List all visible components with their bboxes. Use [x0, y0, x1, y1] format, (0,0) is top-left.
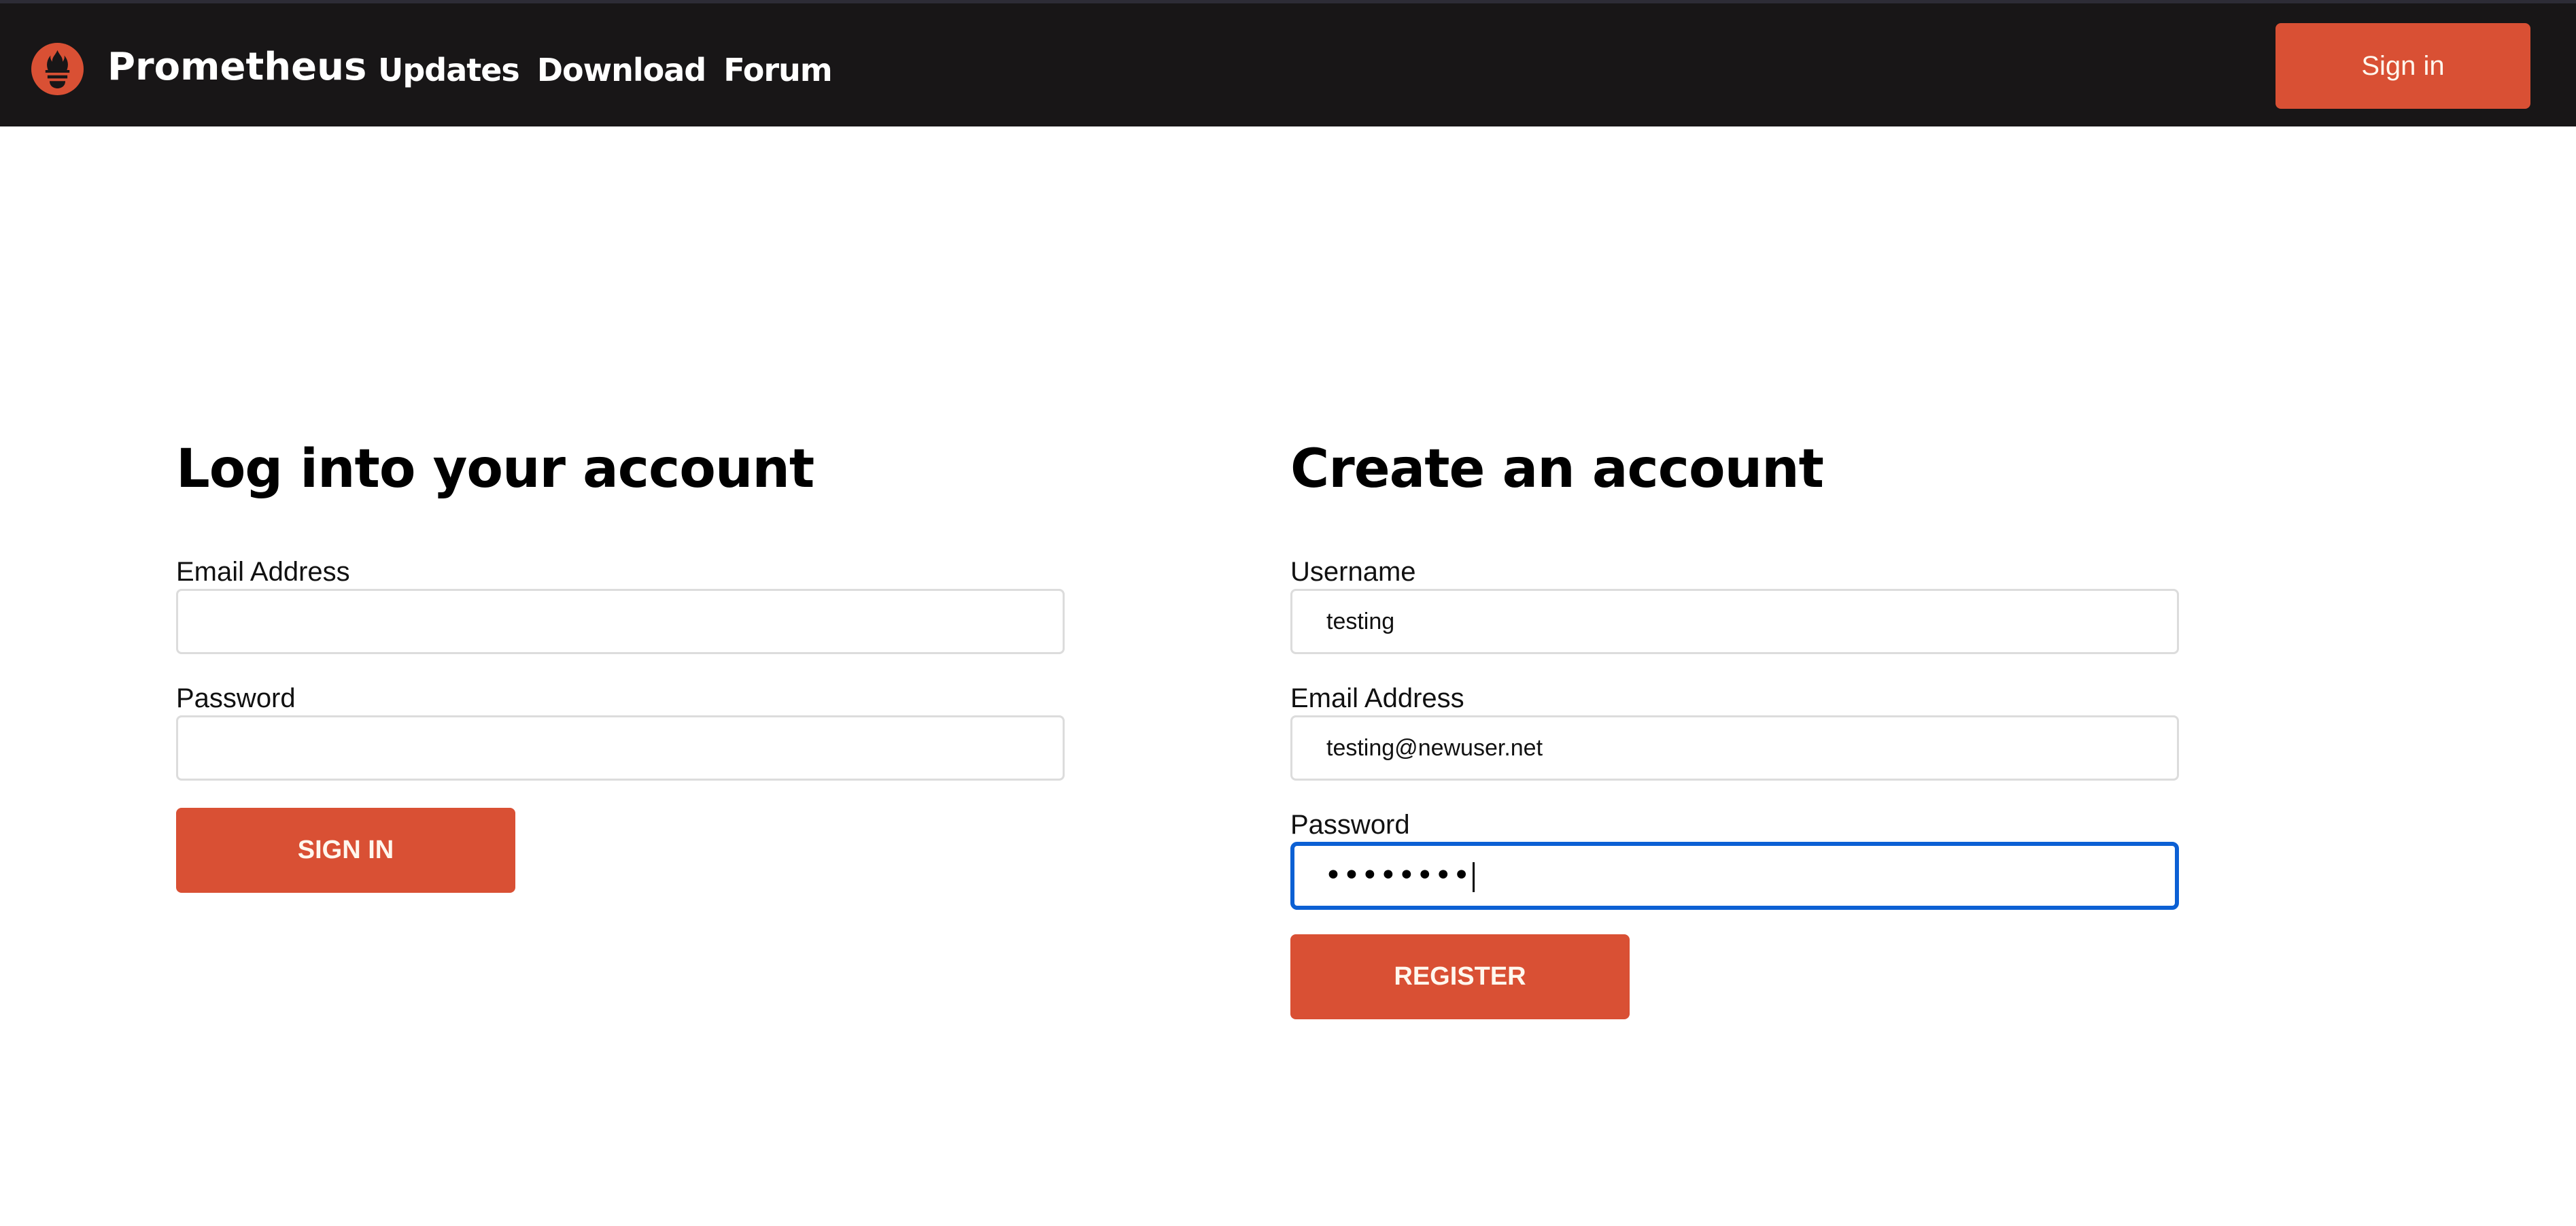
register-username-input[interactable]	[1290, 589, 2179, 654]
nav-updates[interactable]: Updates	[378, 46, 520, 95]
register-password-input[interactable]	[1290, 842, 2179, 910]
register-email-input[interactable]	[1290, 715, 2179, 781]
login-password-input[interactable]	[176, 715, 1065, 781]
register-password-field: ••••••••	[1290, 842, 2181, 910]
main-nav: Updates Download Forum	[378, 46, 833, 95]
register-password-label: Password	[1290, 810, 1410, 840]
login-email-label: Email Address	[176, 557, 350, 587]
header-sign-in-button[interactable]: Sign in	[2276, 23, 2530, 109]
nav-download[interactable]: Download	[537, 46, 706, 95]
brand-name[interactable]: Prometheus	[107, 41, 366, 93]
login-email-input[interactable]	[176, 589, 1065, 654]
register-username-label: Username	[1290, 557, 1416, 587]
site-header: Prometheus Updates Download Forum Sign i…	[0, 3, 2576, 126]
login-title: Log into your account	[176, 439, 814, 500]
register-button[interactable]: REGISTER	[1290, 934, 1630, 1019]
register-section: Create an account Username Email Address…	[1290, 435, 2181, 1019]
login-password-label: Password	[176, 683, 296, 713]
login-section: Log into your account Email Address Pass…	[176, 435, 1067, 893]
register-email-label: Email Address	[1290, 683, 1464, 713]
nav-forum[interactable]: Forum	[723, 46, 833, 95]
register-title: Create an account	[1290, 439, 1824, 500]
sign-in-button[interactable]: SIGN IN	[176, 808, 515, 893]
prometheus-logo-icon[interactable]	[31, 43, 84, 95]
